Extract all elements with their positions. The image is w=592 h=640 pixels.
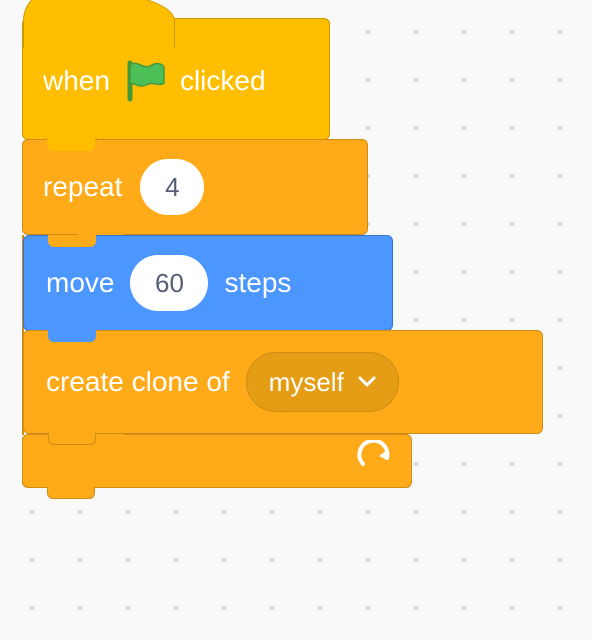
repeat-count-input[interactable]: 4 bbox=[140, 159, 204, 215]
hat-suffix-text: clicked bbox=[180, 65, 266, 97]
repeat-block[interactable]: repeat 4 move 60 steps create clone of bbox=[22, 139, 412, 488]
repeat-inner-slot[interactable]: move 60 steps create clone of myself bbox=[24, 235, 543, 435]
chevron-down-icon bbox=[358, 376, 376, 388]
move-steps-block[interactable]: move 60 steps bbox=[23, 235, 393, 331]
repeat-block-header[interactable]: repeat 4 bbox=[22, 139, 368, 235]
block-stack[interactable]: when clicked repeat 4 move bbox=[22, 18, 412, 488]
move-prefix: move bbox=[46, 267, 114, 299]
loop-arrow-icon bbox=[357, 440, 397, 479]
move-steps-input[interactable]: 60 bbox=[130, 255, 208, 311]
block-notch bbox=[48, 235, 96, 247]
block-notch bbox=[48, 330, 96, 342]
dropdown-value: myself bbox=[269, 367, 344, 398]
block-notch bbox=[47, 139, 95, 151]
hat-prefix-text: when bbox=[43, 65, 110, 97]
green-flag-icon bbox=[124, 59, 166, 103]
create-clone-block[interactable]: create clone of myself bbox=[23, 330, 543, 434]
clone-target-dropdown[interactable]: myself bbox=[246, 352, 399, 412]
repeat-label: repeat bbox=[43, 171, 122, 203]
clone-label: create clone of bbox=[46, 366, 230, 398]
move-suffix: steps bbox=[224, 267, 291, 299]
block-notch bbox=[47, 487, 95, 499]
when-flag-clicked-block[interactable]: when clicked bbox=[22, 18, 330, 140]
block-notch bbox=[48, 433, 96, 445]
